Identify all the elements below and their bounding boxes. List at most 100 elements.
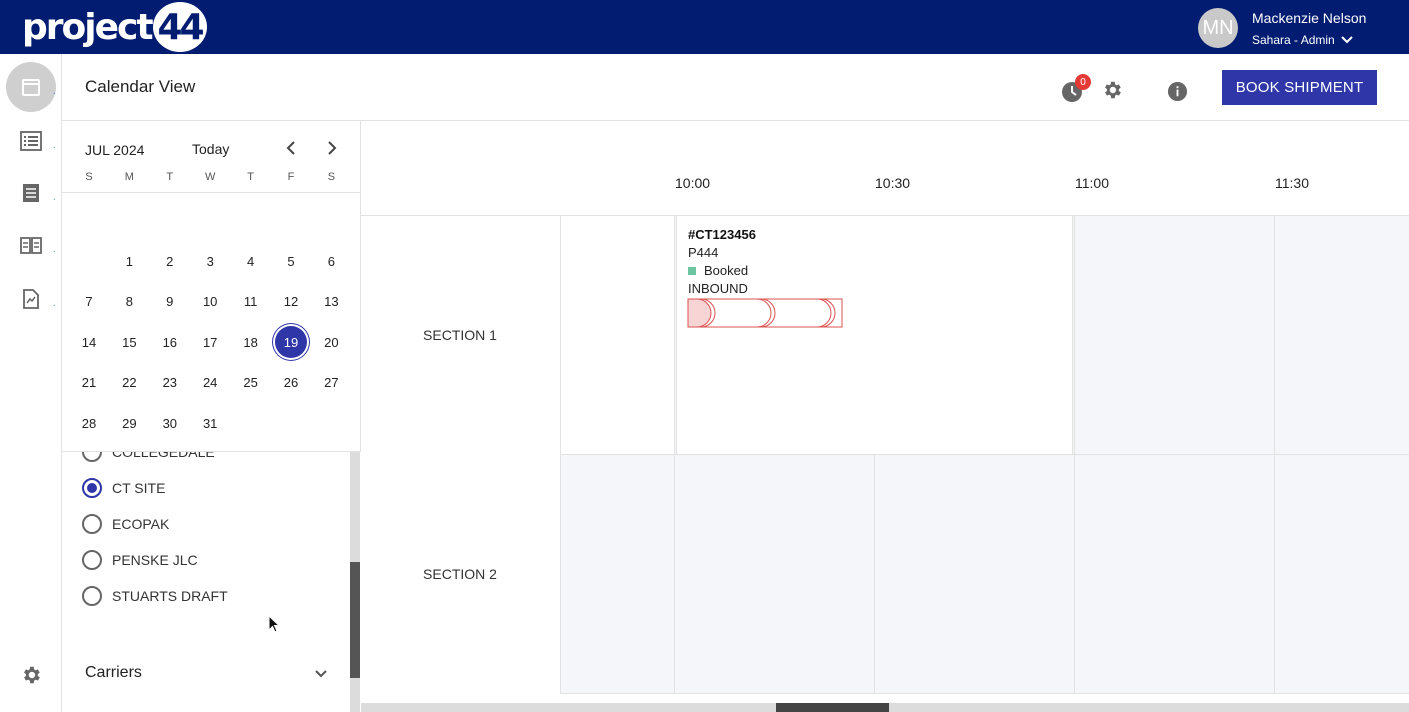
status-dot: [688, 266, 696, 275]
calendar-day[interactable]: 30: [152, 405, 188, 441]
calendar-day[interactable]: 31: [192, 405, 228, 441]
calendar-day[interactable]: 22: [111, 365, 147, 401]
time-slot-cell[interactable]: [560, 455, 674, 694]
section-2-label: SECTION 2: [361, 455, 559, 693]
info-button[interactable]: [1167, 81, 1188, 102]
calendar-day[interactable]: 17: [192, 324, 228, 360]
gear-icon: [24, 666, 40, 684]
time-slot-cell[interactable]: [560, 216, 674, 455]
calendar-day[interactable]: 28: [71, 405, 107, 441]
calendar-day[interactable]: 16: [152, 324, 188, 360]
calendar-day[interactable]: 29: [111, 405, 147, 441]
site-option[interactable]: CT SITE: [82, 476, 165, 500]
mini-calendar: JUL 2024 Today SMTWTFS 1 2 3 4 5 6 7 8 9 10 11 12 13…: [62, 121, 361, 452]
notification-badge: 0: [1075, 74, 1091, 90]
calendar-day-selected[interactable]: 19: [273, 324, 309, 360]
next-month-button[interactable]: [322, 138, 342, 158]
calendar-day[interactable]: 18: [233, 324, 269, 360]
nav-guide[interactable]: ·: [0, 220, 62, 270]
radio-unselected[interactable]: [82, 586, 102, 606]
radio-unselected[interactable]: [82, 514, 102, 534]
gear-icon: [1105, 81, 1121, 99]
nav-settings[interactable]: [0, 650, 62, 700]
carriers-section-title[interactable]: Carriers: [85, 664, 142, 682]
event-id: #CT123456: [688, 227, 756, 242]
project44-logo[interactable]: project 44: [22, 2, 207, 52]
calendar-day[interactable]: 10: [192, 284, 228, 320]
nav-indicator: ·: [52, 246, 56, 257]
radio-selected[interactable]: [82, 478, 102, 498]
calendar-day[interactable]: 13: [313, 284, 349, 320]
calendar-day[interactable]: 9: [152, 284, 188, 320]
radio-unselected[interactable]: [82, 452, 102, 462]
chevron-left-icon: [286, 141, 295, 155]
shipment-event-card[interactable]: #CT123456 P444 Booked INBOUND: [676, 216, 1073, 454]
calendar-day[interactable]: 14: [71, 324, 107, 360]
report-icon: [23, 289, 39, 309]
prev-month-button[interactable]: [281, 138, 301, 158]
time-slot-cell[interactable]: [1074, 455, 1274, 694]
left-nav-rail: · · · · ·: [0, 54, 62, 712]
time-slot-cell[interactable]: [1074, 216, 1274, 455]
time-column-header: 11:00: [1075, 175, 1109, 191]
calendar-day[interactable]: 26: [273, 365, 309, 401]
nav-documents[interactable]: ·: [0, 168, 62, 218]
calendar-day[interactable]: 15: [111, 324, 147, 360]
calendar-day[interactable]: 23: [152, 365, 188, 401]
calendar-day[interactable]: 11: [233, 284, 269, 320]
calendar-day[interactable]: 7: [71, 284, 107, 320]
calendar-day[interactable]: 4: [233, 243, 269, 279]
site-option-label: ECOPAK: [112, 516, 170, 532]
time-column-header: 10:00: [675, 175, 711, 191]
user-role-dropdown[interactable]: Sahara - Admin: [1252, 33, 1353, 47]
timeline-scrollbar[interactable]: [361, 703, 1409, 712]
today-button[interactable]: Today: [192, 141, 229, 157]
site-option[interactable]: ECOPAK: [82, 512, 169, 536]
calendar-day[interactable]: 1: [111, 243, 147, 279]
nav-calendar[interactable]: ·: [0, 62, 62, 112]
time-column-header: 11:30: [1275, 175, 1309, 191]
site-option[interactable]: COLLEGEDALE: [82, 452, 215, 464]
chevron-down-icon: [1341, 36, 1353, 44]
time-slot-cell[interactable]: [674, 455, 874, 694]
calendar-icon: [22, 79, 40, 96]
site-option[interactable]: PENSKE JLC: [82, 548, 198, 572]
nav-indicator: ·: [52, 142, 56, 153]
calendar-day[interactable]: 6: [313, 243, 349, 279]
nav-reports[interactable]: ·: [0, 274, 62, 324]
site-list-scrollbar[interactable]: [350, 452, 360, 712]
calendar-day[interactable]: 8: [111, 284, 147, 320]
radio-unselected[interactable]: [82, 550, 102, 570]
event-direction: INBOUND: [688, 281, 748, 296]
site-option[interactable]: STUARTS DRAFT: [82, 584, 228, 608]
calendar-day[interactable]: 21: [71, 365, 107, 401]
nav-list[interactable]: ·: [0, 116, 62, 166]
calendar-day[interactable]: 20: [313, 324, 349, 360]
time-slot-cell[interactable]: [874, 455, 1074, 694]
carriers-expand-button[interactable]: [314, 666, 328, 684]
scrollbar-thumb[interactable]: [776, 703, 889, 712]
settings-button[interactable]: [1101, 79, 1123, 101]
time-slot-cell[interactable]: [1274, 216, 1409, 455]
weekday-header: S: [85, 171, 93, 183]
book-shipment-button[interactable]: BOOK SHIPMENT: [1222, 70, 1377, 105]
time-slot-cell[interactable]: [1274, 455, 1409, 694]
avatar[interactable]: MN: [1198, 8, 1238, 48]
calendar-day[interactable]: 24: [192, 365, 228, 401]
calendar-day[interactable]: 25: [233, 365, 269, 401]
scrollbar-thumb[interactable]: [350, 562, 360, 678]
weekday-header: T: [166, 171, 174, 183]
user-name[interactable]: Mackenzie Nelson: [1252, 10, 1366, 26]
site-option-label: STUARTS DRAFT: [112, 588, 228, 604]
weekday-header: F: [287, 171, 295, 183]
calendar-day[interactable]: 27: [313, 365, 349, 401]
calendar-day[interactable]: 2: [152, 243, 188, 279]
calendar-day[interactable]: 3: [192, 243, 228, 279]
calendar-day[interactable]: 5: [273, 243, 309, 279]
event-status-label: Booked: [704, 263, 749, 278]
calendar-day[interactable]: 12: [273, 284, 309, 320]
list-icon: [20, 131, 42, 151]
event-code: P444: [688, 245, 719, 260]
weekday-header: S: [327, 171, 336, 183]
calendar-month-label: JUL 2024: [85, 142, 145, 158]
